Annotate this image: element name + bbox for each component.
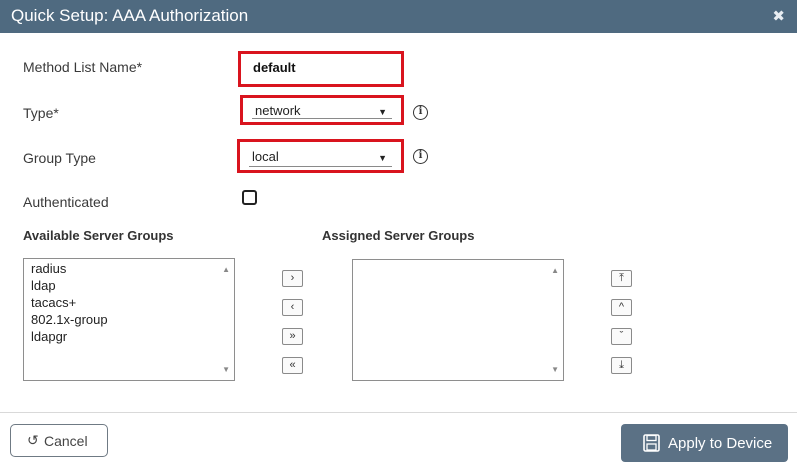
authenticated-label: Authenticated <box>23 194 109 210</box>
info-icon[interactable]: i <box>413 149 428 164</box>
move-left-button[interactable]: ‹ <box>282 299 303 316</box>
type-select[interactable]: network ▼ <box>240 95 404 125</box>
apply-to-device-button[interactable]: Apply to Device <box>621 424 788 462</box>
group-type-select[interactable]: local ▼ <box>237 139 404 173</box>
footer-divider <box>0 412 797 413</box>
move-all-left-button[interactable]: « <box>282 357 303 374</box>
group-type-label: Group Type <box>23 150 96 166</box>
dialog-title: Quick Setup: AAA Authorization <box>11 6 249 25</box>
save-icon <box>643 434 660 452</box>
move-to-top-button[interactable]: ⤒ <box>611 270 632 287</box>
scroll-down-icon[interactable]: ▼ <box>222 365 230 374</box>
method-list-name-label: Method List Name* <box>23 59 143 75</box>
scroll-up-icon[interactable]: ▲ <box>551 266 559 275</box>
assigned-server-groups-title: Assigned Server Groups <box>322 228 475 243</box>
cancel-button-label: Cancel <box>44 433 88 449</box>
apply-to-device-label: Apply to Device <box>668 435 773 452</box>
dialog-titlebar: Quick Setup: AAA Authorization ✖ <box>0 0 797 33</box>
type-select-value: network <box>255 103 301 118</box>
move-up-button[interactable]: ^ <box>611 299 632 316</box>
method-list-name-input[interactable]: default <box>238 51 404 87</box>
scroll-down-icon[interactable]: ▼ <box>551 365 559 374</box>
type-label: Type* <box>23 105 59 121</box>
list-item[interactable]: 802.1x-group <box>24 311 234 328</box>
group-type-select-value: local <box>252 149 279 164</box>
list-item[interactable]: ldap <box>24 277 234 294</box>
assigned-server-groups-list[interactable]: ▲ ▼ <box>352 259 564 381</box>
move-to-bottom-button[interactable]: ⤓ <box>611 357 632 374</box>
info-icon[interactable]: i <box>413 105 428 120</box>
list-item[interactable]: radius <box>24 260 234 277</box>
available-server-groups-title: Available Server Groups <box>23 228 174 243</box>
scroll-up-icon[interactable]: ▲ <box>222 265 230 274</box>
move-right-button[interactable]: › <box>282 270 303 287</box>
cancel-button[interactable]: ↺ Cancel <box>10 424 108 457</box>
available-server-groups-list[interactable]: radius ldap tacacs+ 802.1x-group ldapgr ▲ ▼ <box>23 258 235 381</box>
move-down-button[interactable]: ˇ <box>611 328 632 345</box>
authenticated-checkbox[interactable] <box>242 190 257 205</box>
select-underline <box>249 166 392 167</box>
method-list-name-value: default <box>253 60 296 75</box>
list-item[interactable]: tacacs+ <box>24 294 234 311</box>
select-underline <box>252 118 392 119</box>
close-icon[interactable]: ✖ <box>772 7 785 25</box>
list-item[interactable]: ldapgr <box>24 328 234 345</box>
chevron-down-icon: ▼ <box>378 107 387 117</box>
undo-icon: ↺ <box>27 432 39 448</box>
available-list-items: radius ldap tacacs+ 802.1x-group ldapgr <box>24 259 234 345</box>
move-all-right-button[interactable]: » <box>282 328 303 345</box>
chevron-down-icon: ▼ <box>378 153 387 163</box>
